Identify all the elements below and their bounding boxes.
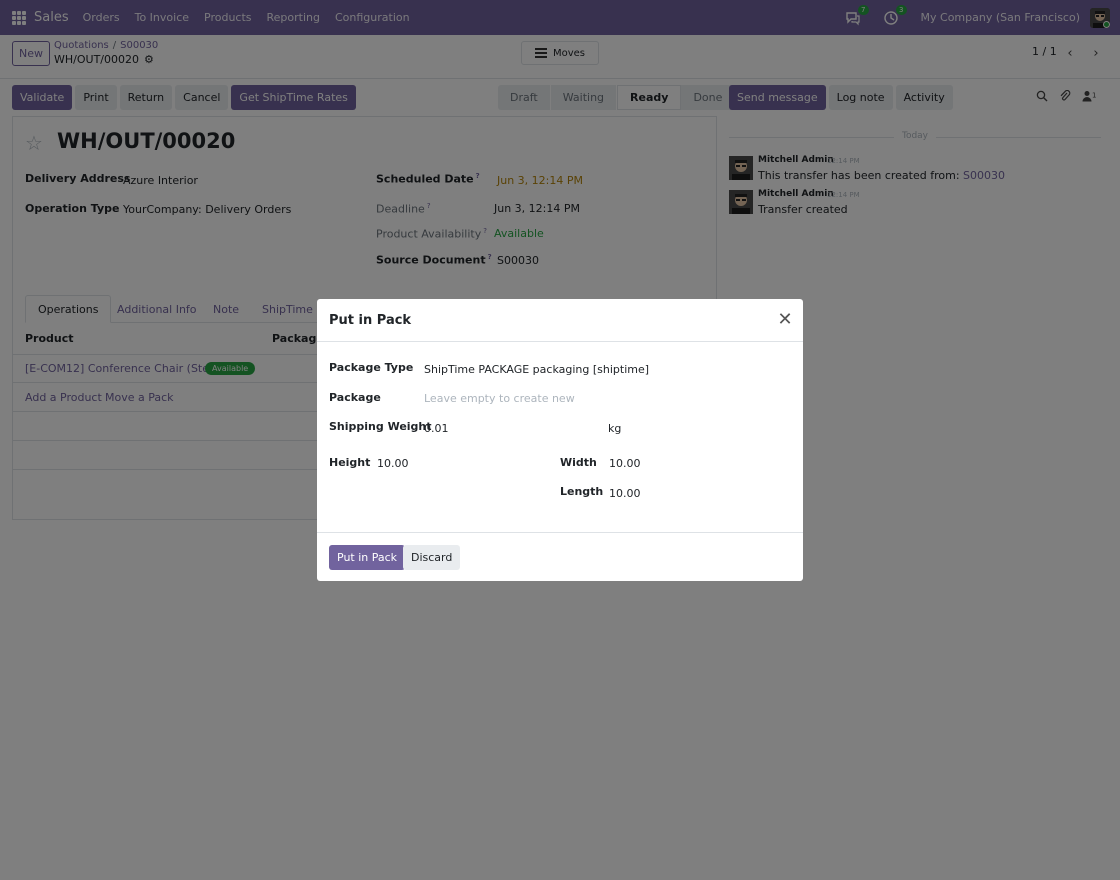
- package-type-field[interactable]: ShipTime PACKAGE packaging [shiptime]: [424, 363, 649, 376]
- width-field[interactable]: 10.00: [609, 457, 641, 470]
- weight-unit: kg: [608, 422, 622, 435]
- package-field[interactable]: Leave empty to create new: [424, 392, 575, 405]
- width-label: Width: [560, 456, 597, 469]
- put-in-pack-dialog: Put in Pack ✕ Package Type ShipTime PACK…: [317, 299, 803, 581]
- height-field[interactable]: 10.00: [377, 457, 409, 470]
- length-label: Length: [560, 485, 604, 498]
- height-label: Height: [329, 456, 371, 469]
- shipping-weight-label: Shipping Weight: [329, 420, 432, 433]
- modal-title: Put in Pack: [329, 313, 412, 328]
- package-type-label: Package Type: [329, 361, 414, 374]
- put-in-pack-button[interactable]: Put in Pack: [329, 545, 406, 570]
- shipping-weight-field[interactable]: 0.01: [424, 422, 449, 435]
- modal-header: Put in Pack ✕: [317, 299, 803, 342]
- discard-button[interactable]: Discard: [403, 545, 461, 570]
- length-field[interactable]: 10.00: [609, 487, 641, 500]
- package-label: Package: [329, 391, 381, 404]
- close-icon[interactable]: ✕: [776, 311, 794, 329]
- modal-footer: Put in Pack Discard: [317, 532, 803, 581]
